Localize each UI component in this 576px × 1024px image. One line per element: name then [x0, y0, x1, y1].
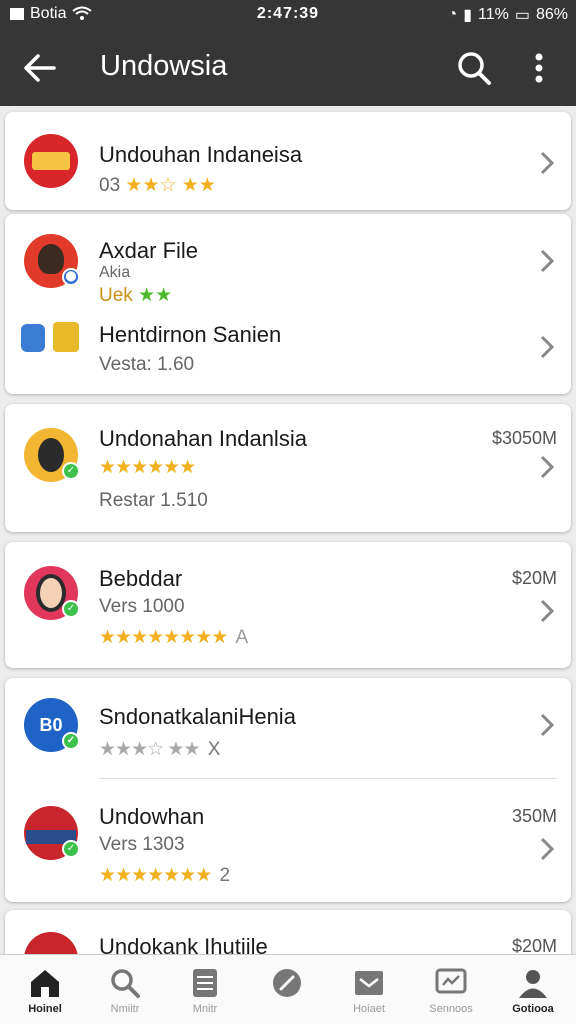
item-subtitle: 03 ★★☆ ★★	[99, 174, 216, 197]
verified-badge-icon: ✓	[62, 732, 80, 750]
app-logo: ✓	[24, 806, 80, 860]
back-arrow-icon[interactable]	[20, 48, 60, 88]
app-logo: ✓	[24, 566, 80, 620]
chevron-right-icon[interactable]	[537, 332, 557, 362]
nav-inbox[interactable]: Hoiaet	[328, 955, 410, 1024]
app-logo	[24, 134, 78, 188]
list-card: ⬤ Axdar File Akia Uek ★★ Hentdirnon Sani…	[5, 214, 571, 394]
nav-label: Gotiooa	[512, 1003, 554, 1015]
app-bar: Undowsia	[0, 30, 576, 106]
signal-icon: ▮	[463, 7, 472, 24]
battery-icon: ▭	[514, 7, 530, 24]
item-subtitle: Akia	[99, 264, 131, 281]
item-subtitle: Vers 1303	[99, 834, 185, 855]
nav-label: Mnitr	[192, 1003, 218, 1015]
nav-label: Sennoos	[429, 1003, 473, 1015]
nav-list[interactable]: Mnitr	[164, 955, 246, 1024]
verified-badge-icon: ⬤	[62, 268, 80, 286]
chevron-right-icon[interactable]	[537, 246, 557, 276]
list-item[interactable]: ✓ Undowhan 350M Vers 1303 ★★★★★★★ 2	[5, 784, 571, 902]
rating-stars: ★★	[138, 285, 173, 306]
item-title: Undowhan	[99, 804, 205, 829]
item-size: $20M	[511, 568, 557, 588]
signal-label: 11%	[478, 6, 509, 23]
list-item[interactable]: Undouhan Indaneisa 03 ★★☆ ★★	[5, 112, 571, 210]
list-item[interactable]: B0 ✓ SndonatkalaniHenia ★★★☆ ★★ X	[5, 678, 571, 778]
bottom-nav: Hoinel Nmiitr Mnitr Hoiaet Sennoos Gotio…	[0, 954, 576, 1024]
rating-stars: ★★★★★★★★ A	[99, 627, 248, 648]
search-icon[interactable]	[454, 48, 494, 88]
chevron-right-icon[interactable]	[537, 148, 557, 178]
chevron-right-icon[interactable]	[537, 710, 557, 740]
list-card: Undouhan Indaneisa 03 ★★☆ ★★	[5, 112, 571, 210]
item-title: Bebddar	[99, 566, 183, 591]
nav-label: Nmiitr	[110, 1003, 140, 1015]
rating-stars: ★★★★★★★ 2	[99, 865, 230, 886]
list-item[interactable]: ✓ Bebddar $20M Vers 1000 ★★★★★★★★ A	[5, 542, 571, 668]
item-subtitle-2: Uek ★★	[99, 285, 173, 306]
list-item[interactable]: ⬤ Axdar File Akia Uek ★★	[5, 214, 571, 314]
list-card: ✓ Bebddar $20M Vers 1000 ★★★★★★★★ A	[5, 542, 571, 668]
page-title: Undowsia	[100, 50, 228, 82]
list-item[interactable]: Hentdirnon Sanien Vesta: 1.60	[5, 310, 571, 394]
verified-badge-icon: ✓	[62, 600, 80, 618]
item-version: 03	[99, 175, 121, 196]
item-title: Undouhan Indaneisa	[99, 142, 303, 167]
battery-label: 86%	[535, 6, 568, 23]
chevron-right-icon[interactable]	[537, 596, 557, 626]
app-logo	[21, 322, 81, 356]
rating-stars: ★★☆ ★★	[125, 175, 216, 196]
nav-label: Hoiaet	[353, 1003, 385, 1015]
item-size: $3050M	[491, 428, 557, 448]
inbox-icon	[355, 971, 383, 995]
app-logo-text: B0	[39, 715, 63, 735]
item-subtitle: Restar 1.510	[99, 490, 208, 511]
nav-compass[interactable]	[246, 955, 328, 1024]
item-title: SndonatkalaniHenia	[99, 704, 296, 729]
compass-icon	[273, 969, 301, 997]
document-list-icon	[193, 969, 217, 997]
item-subtitle: Vers 1000	[99, 596, 185, 617]
item-size: 350M	[511, 806, 557, 826]
alarm-icon: ◔	[447, 6, 458, 23]
item-title: Axdar File	[99, 238, 199, 263]
more-vert-icon[interactable]	[524, 48, 554, 88]
nav-label: Hoinel	[28, 1003, 62, 1015]
item-title: Undonahan Indanlsia	[99, 426, 307, 451]
item-title: Hentdirnon Sanien	[99, 322, 282, 347]
nav-messages[interactable]: Sennoos	[410, 955, 492, 1024]
verified-badge-icon: ✓	[62, 840, 80, 858]
app-logo: ⬤	[24, 234, 80, 288]
status-bar: Botia 2:47:39 ◔ ▮ 11% ▭ 86%	[0, 0, 576, 30]
home-icon	[31, 970, 59, 997]
nav-search[interactable]: Nmiitr	[84, 955, 166, 1024]
chevron-right-icon[interactable]	[537, 452, 557, 482]
profile-icon	[519, 970, 547, 998]
app-logo: ✓	[24, 428, 80, 482]
list-card: B0 ✓ SndonatkalaniHenia ★★★☆ ★★ X ✓ Undo…	[5, 678, 571, 902]
rating-stars: ★★★☆ ★★ X	[99, 739, 220, 760]
item-subtitle: Vesta: 1.60	[99, 354, 195, 375]
search-icon	[111, 969, 140, 998]
chevron-right-icon[interactable]	[537, 834, 557, 864]
app-logo: B0 ✓	[24, 698, 80, 752]
nav-profile[interactable]: Gotiooa	[492, 955, 574, 1024]
list-card: ✓ Undonahan Indanlsia $3050M ★★★★★★ Rest…	[5, 404, 571, 532]
nav-home[interactable]: Hoinel	[4, 955, 86, 1024]
rating-stars: ★★★★★★	[99, 457, 196, 478]
list-item[interactable]: ✓ Undonahan Indanlsia $3050M ★★★★★★ Rest…	[5, 404, 571, 532]
divider	[99, 778, 557, 779]
message-icon	[435, 968, 467, 994]
verified-badge-icon: ✓	[62, 462, 80, 480]
